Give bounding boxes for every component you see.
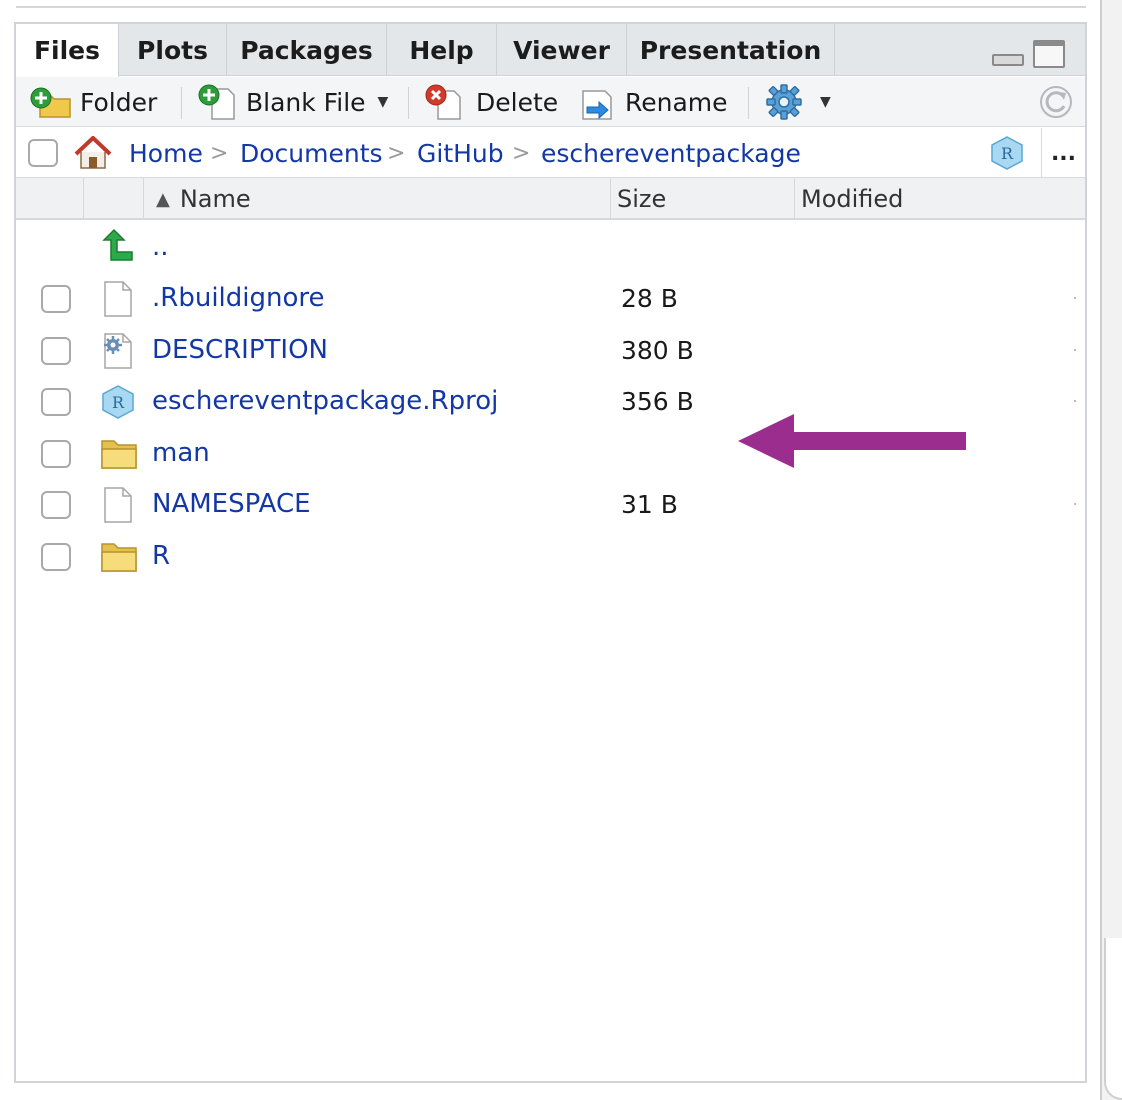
go-to-project-directory-icon[interactable]: R [989,135,1025,175]
file-checkbox[interactable] [41,388,71,416]
file-row: NAMESPACE 31 B [16,479,1085,529]
breadcrumb-documents[interactable]: Documents [240,128,383,178]
sort-ascending-icon: ▲ [156,188,170,210]
tab-label: Plots [137,35,208,65]
tab-plots[interactable]: Plots [119,24,227,76]
folder-name-link[interactable]: R [152,531,170,581]
folder-icon [100,539,137,573]
chevron-down-icon: ▼ [820,94,831,110]
rename-label: Rename [625,87,728,117]
file-name-link[interactable]: NAMESPACE [152,479,311,529]
svg-text:R: R [112,393,125,412]
header-checkbox-column [16,178,84,220]
name-column-header[interactable]: ▲ Name [144,178,611,220]
file-row: .Rbuildignore 28 B [16,273,1085,323]
text-file-icon [100,281,136,317]
refresh-icon [1040,86,1072,118]
tab-label: Presentation [639,35,822,65]
toolbar-divider [408,87,409,119]
row-marker [1074,400,1076,402]
minimize-pane-button[interactable] [992,54,1024,66]
breadcrumb-current-folder[interactable]: eschereventpackage [541,128,801,178]
file-size: 28 B [621,283,678,313]
tab-label: Packages [240,35,373,65]
blank-file-label: Blank File [246,87,366,117]
blank-file-icon [198,84,235,120]
parent-directory-link[interactable]: .. [152,222,169,272]
file-size: 31 B [621,489,678,519]
delete-icon [425,84,461,120]
tab-label: Viewer [513,35,610,65]
file-name-link[interactable]: .Rbuildignore [152,273,325,323]
rename-button[interactable]: Rename [579,77,728,127]
files-pane: Files Plots Packages Help Viewer Present… [14,22,1087,1083]
size-column-label: Size [617,185,667,213]
toolbar-divider [181,87,182,119]
row-marker [1074,297,1076,299]
blank-file-button[interactable]: Blank File ▼ [196,77,388,127]
tab-label: Help [409,35,474,65]
file-checkbox[interactable] [41,337,71,365]
refresh-button[interactable] [1038,77,1074,127]
column-header: ▲ Name Size Modified [16,178,1085,220]
breadcrumb-home[interactable]: Home [129,128,203,178]
more-actions-button[interactable]: ... [1041,128,1085,178]
svg-text:R: R [1001,144,1014,163]
tab-label: Files [33,36,101,65]
rproject-icon: R [100,384,136,419]
tab-presentation[interactable]: Presentation [627,24,835,76]
file-checkbox[interactable] [41,491,71,519]
window-edge [1100,0,1122,1100]
files-toolbar: Folder Blank File ▼ Delete Rename ▼ [16,77,1085,127]
file-checkbox[interactable] [41,285,71,313]
text-file-icon [100,487,136,523]
modified-column-label: Modified [801,185,904,213]
home-icon[interactable] [72,134,114,176]
annotation-arrow-icon [738,414,966,468]
breadcrumb-github[interactable]: GitHub [417,128,504,178]
header-icon-column [84,178,144,220]
new-folder-icon [30,87,71,118]
breadcrumb: Home > Documents > GitHub > eschereventp… [16,128,1085,178]
delete-button[interactable]: Delete [422,77,558,127]
file-size: 356 B [621,386,694,416]
file-row: DESCRIPTION 380 B [16,325,1085,375]
breadcrumb-separator: > [387,140,406,166]
modified-column-header[interactable]: Modified [795,178,1085,220]
name-column-label: Name [179,185,251,213]
size-column-header[interactable]: Size [611,178,795,220]
folder-row: R [16,531,1085,581]
chevron-down-icon: ▼ [377,94,389,110]
row-marker [1074,503,1076,505]
delete-label: Delete [476,87,559,117]
new-folder-button[interactable]: Folder [30,77,157,127]
tab-files[interactable]: Files [16,24,119,77]
description-file-icon [100,333,136,369]
up-arrow-icon [100,228,136,262]
parent-directory-row[interactable]: .. [16,222,1085,272]
file-checkbox[interactable] [41,440,71,468]
breadcrumb-separator: > [210,140,229,166]
folder-name-link[interactable]: man [152,428,210,478]
tab-help[interactable]: Help [387,24,497,76]
rename-icon [582,90,612,120]
folder-icon [100,436,137,470]
file-size: 380 B [621,335,694,365]
new-folder-label: Folder [80,87,158,117]
tab-packages[interactable]: Packages [227,24,387,76]
tab-bar: Files Plots Packages Help Viewer Present… [16,24,1085,77]
outer-border [16,6,1086,8]
breadcrumb-separator: > [512,140,531,166]
tab-viewer[interactable]: Viewer [497,24,627,76]
row-marker [1074,349,1076,351]
file-name-link[interactable]: DESCRIPTION [152,325,328,375]
file-name-link[interactable]: eschereventpackage.Rproj [152,376,498,426]
select-all-checkbox[interactable] [28,139,58,167]
file-checkbox[interactable] [41,543,71,571]
gear-icon [766,84,802,120]
maximize-pane-button[interactable] [1033,40,1065,68]
more-options-button[interactable]: ▼ [764,77,831,127]
toolbar-divider [748,87,749,119]
